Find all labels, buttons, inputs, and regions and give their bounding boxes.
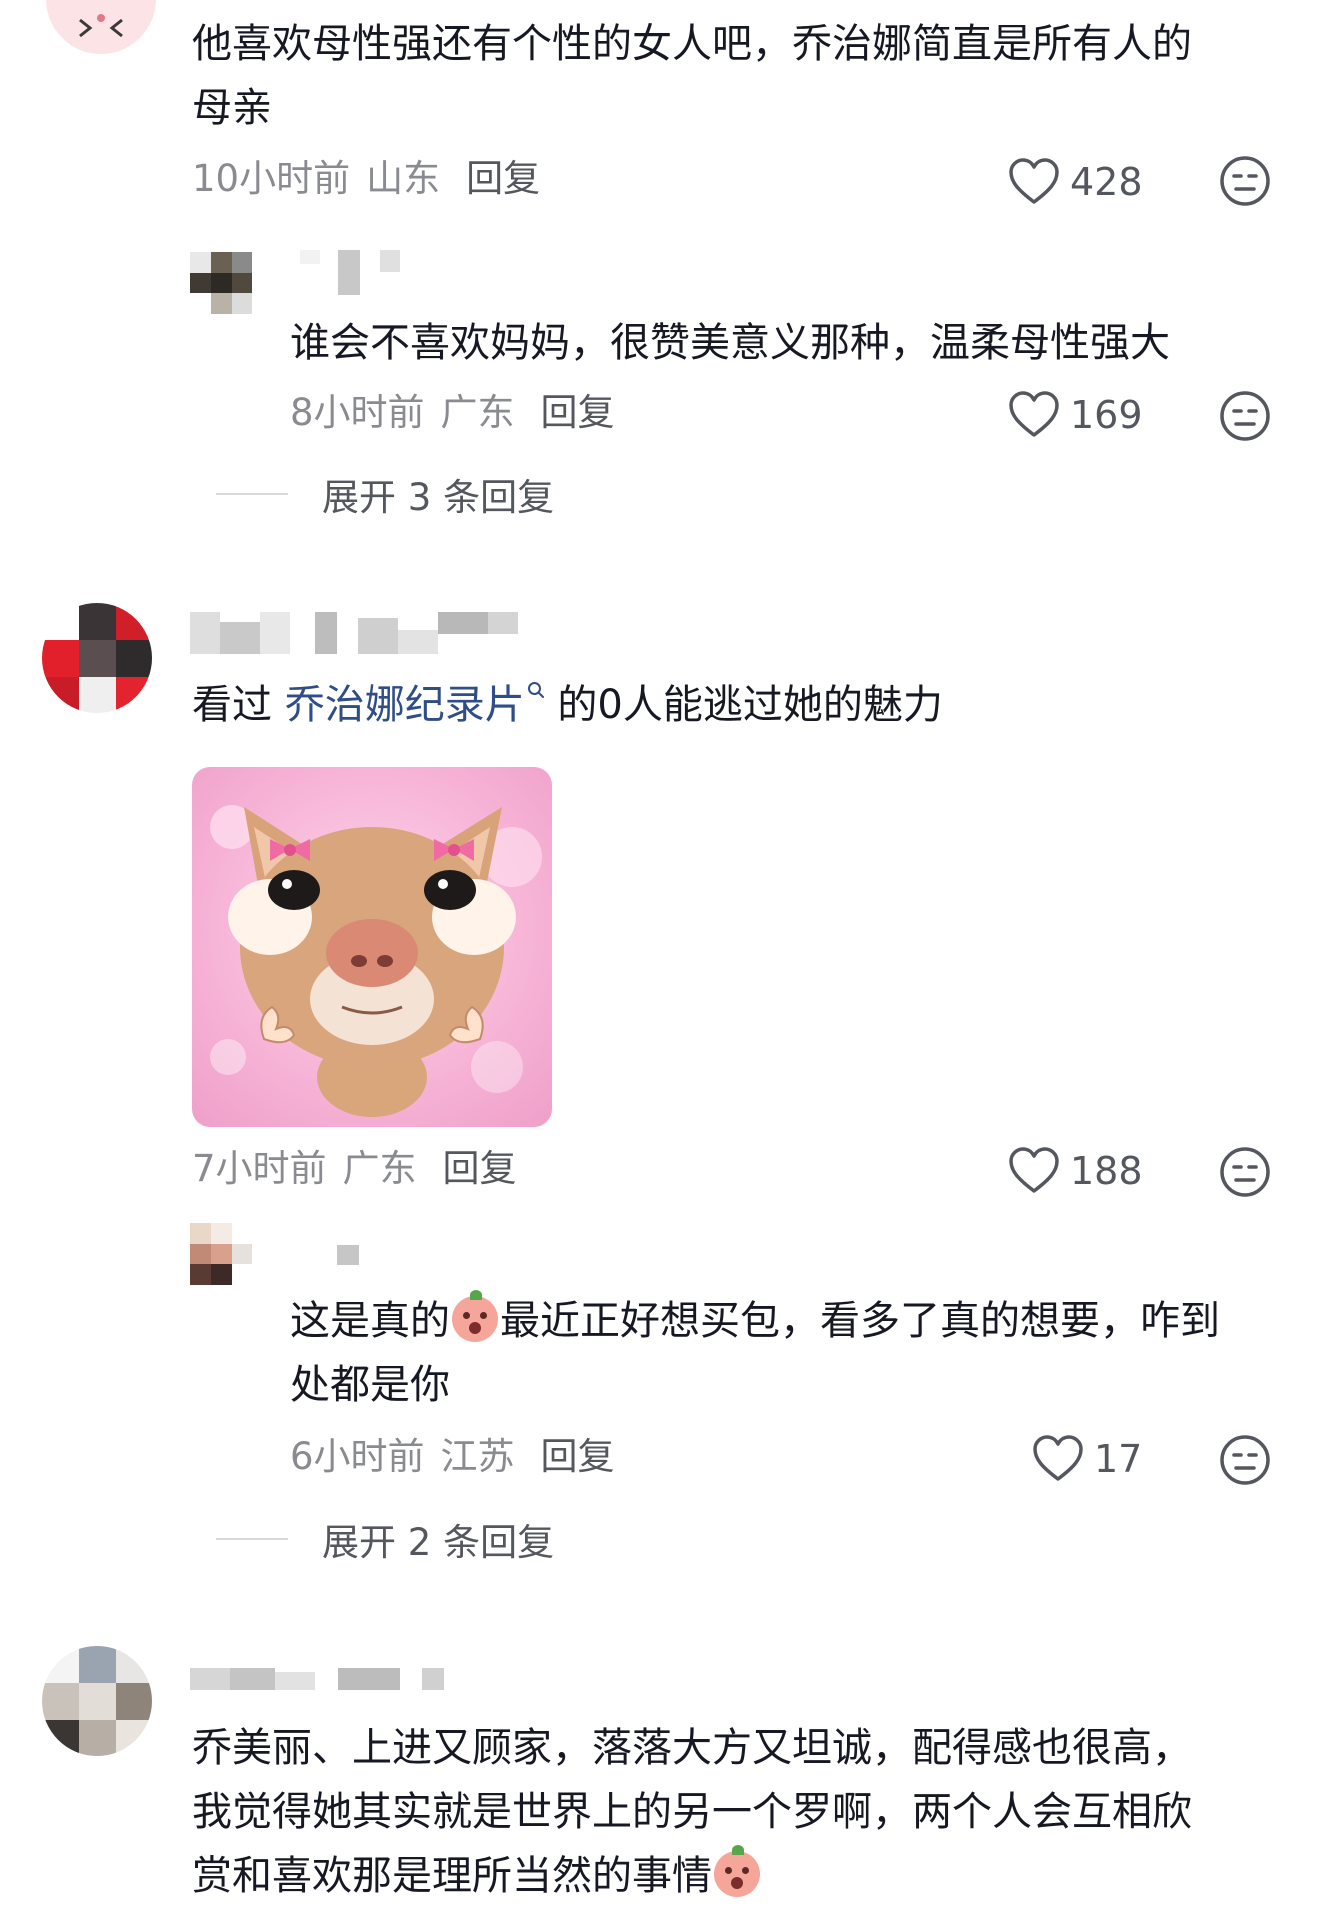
heart-icon (1009, 158, 1059, 204)
avatar[interactable] (42, 1646, 152, 1756)
like-button[interactable]: 169 (1008, 387, 1143, 443)
heart-icon (1009, 1147, 1059, 1193)
comment-list: 他喜欢母性强还有个性的女人吧，乔治娜简直是所有人的 母亲 10小时前 山东 回复 4… (0, 0, 1320, 1928)
reply-button[interactable]: 回复 (541, 391, 615, 434)
avatar[interactable] (190, 1223, 252, 1285)
avatar[interactable] (190, 252, 252, 314)
reply-text: 这是真的 最近正好想买包，看多了真的想要，咋到 处都是你 (290, 1289, 1220, 1417)
expand-replies-button[interactable]: 展开 2 条回复 (216, 1514, 554, 1564)
dislike-icon[interactable] (1219, 1434, 1271, 1486)
comment-time: 10小时前 (192, 157, 351, 200)
divider-line (216, 493, 288, 495)
cat-sticker (210, 805, 542, 1117)
comment-location: 广东 (440, 391, 515, 434)
like-count: 169 (1070, 393, 1143, 437)
comment-time: 6小时前 (290, 1435, 425, 1478)
username-blurred (190, 1668, 450, 1690)
avatar[interactable] (46, 0, 156, 54)
heart-icon (1033, 1435, 1083, 1481)
search-link[interactable]: 乔治娜纪录片 (285, 682, 525, 728)
reply-button[interactable]: 回复 (466, 157, 540, 200)
heart-icon (1009, 391, 1059, 437)
comment-time: 7小时前 (192, 1147, 327, 1190)
comment-location: 江苏 (440, 1435, 515, 1478)
expand-replies-label: 展开 2 条回复 (322, 1521, 555, 1564)
like-button[interactable]: 188 (1008, 1143, 1143, 1199)
comment-meta: 7小时前 广东 回复 (192, 1144, 517, 1194)
reply-text: 谁会不喜欢妈妈，很赞美意义那种，温柔母性强大 (290, 320, 1170, 366)
comment-meta: 10小时前 山东 回复 (192, 154, 540, 204)
peach-emoji-icon (714, 1845, 760, 1897)
search-icon (527, 682, 544, 698)
dislike-icon[interactable] (1219, 1146, 1271, 1198)
comment-location: 广东 (342, 1147, 417, 1190)
reply-button[interactable]: 回复 (443, 1147, 517, 1190)
like-count: 428 (1070, 160, 1143, 204)
like-count: 17 (1094, 1437, 1143, 1481)
comment-text: 看过 乔治娜纪录片 的0人能逃过她的魅力 (192, 682, 943, 728)
comment-meta: 8小时前 广东 回复 (290, 388, 615, 438)
username-blurred (337, 1245, 359, 1265)
comment-time: 8小时前 (290, 391, 425, 434)
cartoon-face-icon (79, 14, 123, 38)
avatar[interactable] (42, 603, 152, 713)
reply-button[interactable]: 回复 (541, 1435, 615, 1478)
username-blurred (300, 250, 410, 295)
username-blurred (190, 612, 530, 654)
like-button[interactable]: 428 (1008, 154, 1143, 210)
comment-meta: 6小时前 江苏 回复 (290, 1432, 615, 1482)
comment-text: 他喜欢母性强还有个性的女人吧，乔治娜简直是所有人的 母亲 (192, 21, 1192, 131)
like-button[interactable]: 17 (1032, 1431, 1142, 1487)
divider-line (216, 1538, 288, 1540)
sticker-image[interactable] (192, 767, 552, 1127)
expand-replies-label: 展开 3 条回复 (322, 476, 555, 519)
dislike-icon[interactable] (1219, 390, 1271, 442)
peach-emoji-icon (452, 1290, 498, 1342)
expand-replies-button[interactable]: 展开 3 条回复 (216, 469, 554, 519)
comment-text: 乔美丽、上进又顾家，落落大方又坦诚，配得感也很高， 我觉得她其实就是世界上的另一… (192, 1725, 1192, 1899)
like-count: 188 (1070, 1149, 1143, 1193)
comment-location: 山东 (366, 157, 441, 200)
dislike-icon[interactable] (1219, 155, 1271, 207)
